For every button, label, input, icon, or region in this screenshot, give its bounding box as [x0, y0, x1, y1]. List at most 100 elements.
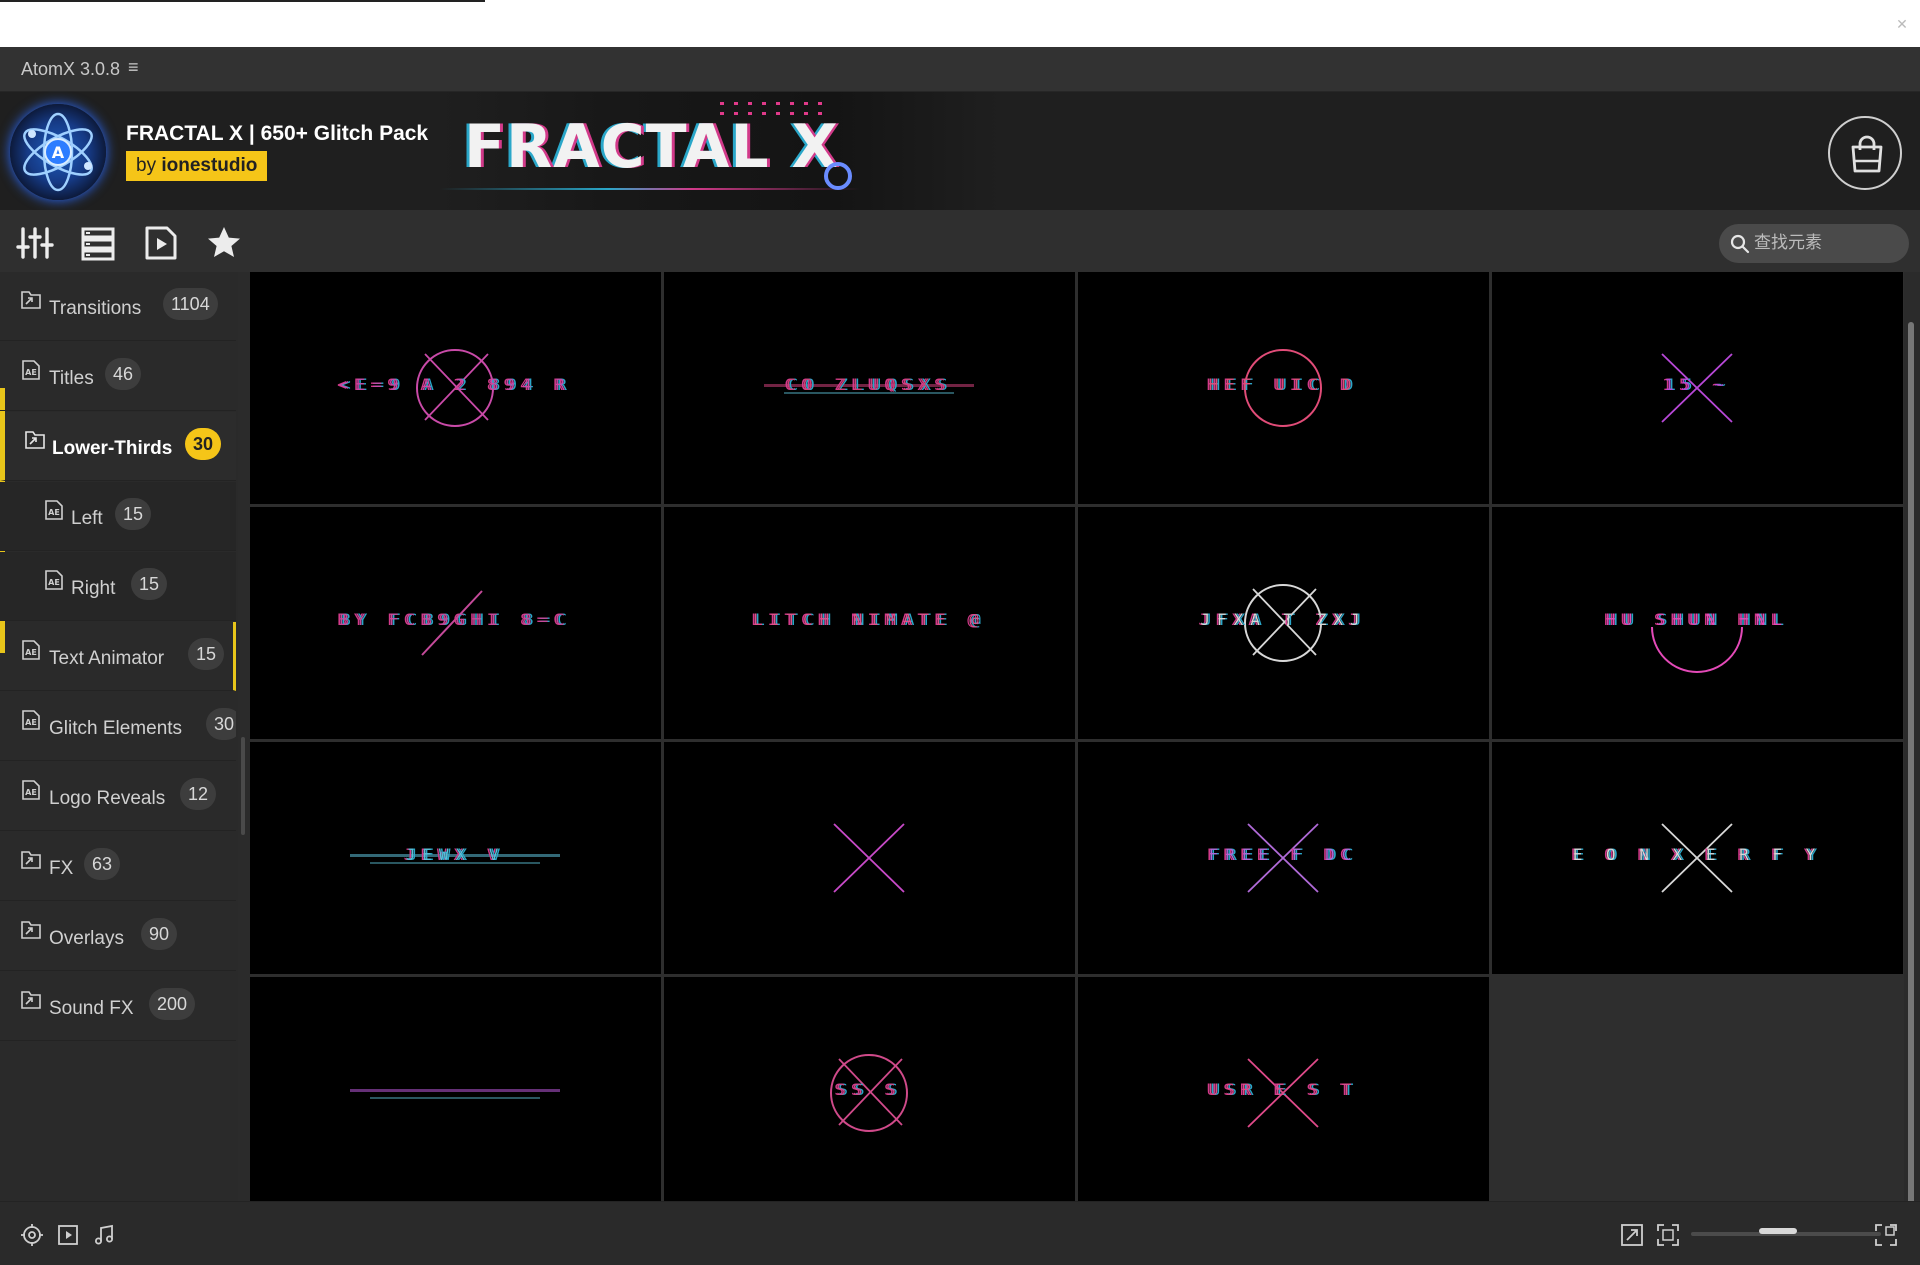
toolbar: [0, 210, 1920, 272]
preview-thumbnail[interactable]: HEF UIC D: [1078, 272, 1489, 504]
list-icon[interactable]: [78, 223, 118, 263]
sidebar-item-label: Left: [71, 508, 103, 529]
sidebar-item-left[interactable]: AE Left 15: [0, 482, 236, 551]
preview-thumbnail[interactable]: SS S: [664, 977, 1075, 1209]
loading-progress: [0, 0, 485, 2]
ae-file-icon: AE: [20, 710, 42, 730]
thumbnail-text: CO ZLUQSXS: [786, 375, 953, 394]
sidebar-item-label: Right: [71, 578, 116, 599]
folder-link-icon: [20, 850, 42, 870]
preview-thumbnail[interactable]: CO ZLUQSXS: [664, 272, 1075, 504]
preview-thumbnail[interactable]: JFXA T ZXJ: [1078, 507, 1489, 739]
fullscreen-icon[interactable]: [1874, 1223, 1898, 1247]
preview-thumbnail[interactable]: FREE F DC: [1078, 742, 1489, 974]
shopping-bag-icon[interactable]: [1828, 116, 1902, 190]
author-name: ionestudio: [161, 155, 258, 176]
thumbnail-text: BY FCB9GHI 8=C: [339, 610, 572, 629]
svg-text:AE: AE: [25, 788, 37, 797]
atomx-logo: A: [10, 104, 106, 200]
zoom-slider[interactable]: [1691, 1228, 1881, 1236]
ae-file-icon: AE: [43, 500, 65, 520]
count-badge: 30: [206, 708, 236, 740]
count-badge: 200: [149, 988, 196, 1020]
thumbnail-text: JFXA T ZXJ: [1200, 610, 1367, 629]
count-badge: 12: [180, 778, 217, 810]
ae-file-icon: AE: [20, 360, 42, 380]
sidebar-item-text-animator[interactable]: AE Text Animator 15: [0, 622, 236, 691]
folder-link-icon: [20, 290, 42, 310]
preview-thumbnail[interactable]: JEWX V: [250, 742, 661, 974]
count-badge: 30: [185, 428, 222, 460]
sidebar-item-label: Lower-Thirds: [52, 438, 173, 459]
sidebar-item-titles[interactable]: AE Titles 46: [0, 342, 236, 411]
app-title: AtomX 3.0.8: [21, 59, 121, 79]
thumbnail-graphic: [350, 1089, 560, 1099]
sidebar-item-label: Glitch Elements: [49, 718, 183, 739]
preview-thumbnail[interactable]: USR E S T: [1078, 977, 1489, 1209]
thumbnail-text: HU SHUN HNL: [1606, 610, 1789, 629]
play-file-icon[interactable]: [141, 223, 181, 263]
folder-link-icon: [24, 430, 46, 450]
thumbnail-text: USR E S T: [1208, 1080, 1359, 1099]
menu-icon[interactable]: ≡: [128, 57, 139, 78]
sidebar-item-label: Overlays: [49, 928, 124, 949]
count-badge: 15: [188, 638, 225, 670]
fit-screen-icon[interactable]: [1656, 1223, 1680, 1247]
preview-thumbnail[interactable]: 15 ~: [1492, 272, 1903, 504]
preview-thumbnail[interactable]: E O N X E R F Y: [1492, 742, 1903, 974]
folder-link-icon: [20, 920, 42, 940]
atomx-panel: AtomX 3.0.8 ≡ A FRACTAL X | 650+ Glitch …: [0, 47, 1920, 1265]
thumbnail-text: SS S: [836, 1080, 903, 1099]
author-badge[interactable]: by ionestudio: [126, 151, 268, 181]
ae-file-icon: AE: [20, 640, 42, 660]
title-bar: AtomX 3.0.8 ≡: [0, 47, 1920, 92]
thumbnail-text: JEWX V: [405, 845, 506, 864]
sidebar-item-logo-reveals[interactable]: AE Logo Reveals 12: [0, 762, 236, 831]
category-sidebar: Transitions 1104 AE Titles 46 Lower-Thir…: [0, 272, 238, 1201]
expand-icon[interactable]: [1620, 1223, 1644, 1247]
search-input[interactable]: [1754, 230, 1899, 256]
preview-thumbnail[interactable]: [664, 742, 1075, 974]
search-box[interactable]: [1719, 224, 1909, 263]
thumbnail-text: LITCH NIMATE @: [753, 610, 986, 629]
bottom-bar: [0, 1201, 1920, 1265]
close-icon[interactable]: ✕: [1890, 12, 1914, 36]
folder-link-icon: [20, 990, 42, 1010]
sidebar-scrollbar[interactable]: [241, 737, 245, 835]
count-badge: 46: [105, 358, 142, 390]
thumbnail-text: 15 ~: [1664, 375, 1731, 394]
thumbnail-text: <E=9 A 2 894 R: [339, 375, 572, 394]
sidebar-item-right[interactable]: AE Right 15: [0, 552, 236, 621]
count-badge: 15: [131, 568, 168, 600]
thumbnail-text: FREE F DC: [1208, 845, 1359, 864]
sidebar-item-sound-fx[interactable]: Sound FX 200: [0, 972, 236, 1041]
sidebar-item-label: Transitions: [49, 298, 142, 319]
preview-thumbnail[interactable]: LITCH NIMATE @: [664, 507, 1075, 739]
sidebar-item-transitions[interactable]: Transitions 1104: [0, 272, 236, 341]
count-badge: 1104: [163, 288, 218, 320]
grid-scrollbar[interactable]: [1908, 322, 1914, 1227]
preview-thumbnail[interactable]: [250, 977, 661, 1209]
grid-scrollbar-thumb[interactable]: [1908, 322, 1914, 1227]
sidebar-item-label: Sound FX: [49, 998, 134, 1019]
author-prefix: by: [136, 155, 157, 176]
count-badge: 63: [84, 848, 121, 880]
sidebar-item-lower-thirds[interactable]: Lower-Thirds 30: [0, 412, 236, 481]
preview-thumbnail[interactable]: HU SHUN HNL: [1492, 507, 1903, 739]
svg-text:AE: AE: [25, 718, 37, 727]
preview-thumbnail[interactable]: BY FCB9GHI 8=C: [250, 507, 661, 739]
svg-text:AE: AE: [48, 578, 60, 587]
star-icon[interactable]: [204, 223, 244, 263]
music-icon[interactable]: [92, 1223, 116, 1247]
svg-text:AE: AE: [48, 508, 60, 517]
video-icon[interactable]: [56, 1223, 80, 1247]
preview-thumbnail[interactable]: <E=9 A 2 894 R: [250, 272, 661, 504]
sidebar-item-glitch-elements[interactable]: AE Glitch Elements 30: [0, 692, 236, 761]
sliders-icon[interactable]: [15, 223, 55, 263]
zoom-slider-knob[interactable]: [1759, 1228, 1797, 1234]
camera-settings-icon[interactable]: [20, 1223, 44, 1247]
sidebar-item-fx[interactable]: FX 63: [0, 832, 236, 901]
sidebar-item-overlays[interactable]: Overlays 90: [0, 902, 236, 971]
sidebar-item-label: FX: [49, 858, 74, 879]
thumbnail-text: HEF UIC D: [1208, 375, 1359, 394]
